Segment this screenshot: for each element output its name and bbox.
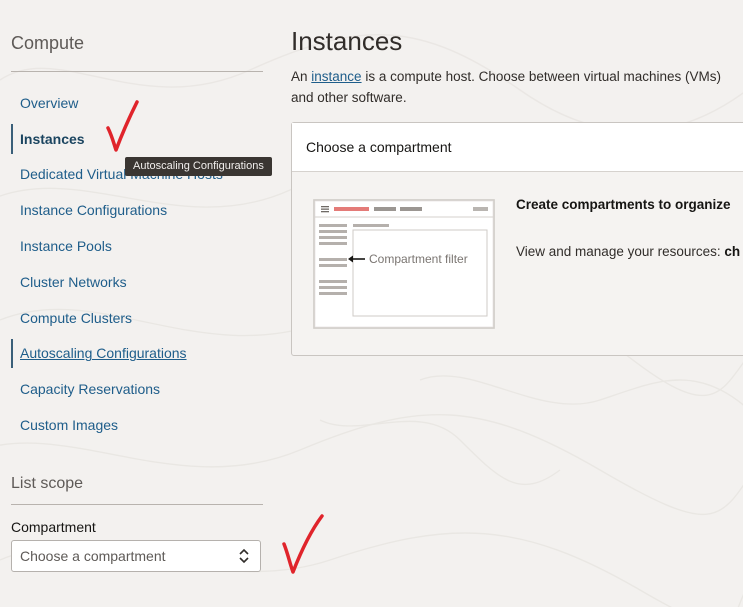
intro-rest: is a compute host. Choose between virtua…: [361, 69, 721, 84]
page-intro: An instance is a compute host. Choose be…: [291, 66, 743, 108]
compartment-illustration: Compartment filter: [313, 199, 495, 329]
sidebar-item-label: Cluster Networks: [20, 273, 127, 290]
sidebar-item-label: Autoscaling Configurations: [20, 345, 187, 362]
sidebar-item-label: Overview: [20, 94, 79, 111]
card-header: Choose a compartment: [292, 123, 743, 172]
intro-line2: and other software.: [291, 90, 407, 105]
list-scope-heading: List scope: [11, 475, 84, 492]
illustration-label: Compartment filter: [369, 252, 468, 266]
sidebar-item-instance-configurations[interactable]: Instance Configurations: [11, 192, 263, 228]
card-body: View and manage your resources: ch: [516, 244, 740, 259]
sidebar-item-instance-pools[interactable]: Instance Pools: [11, 228, 263, 264]
sidebar-item-overview[interactable]: Overview: [11, 85, 263, 121]
card-header-title: Choose a compartment: [306, 139, 452, 155]
card-title: Create compartments to organize: [516, 197, 731, 212]
sidebar-item-label: Custom Images: [20, 417, 119, 434]
page-title: Instances: [291, 26, 403, 56]
sidebar-item-label: Instance Pools: [20, 238, 112, 255]
tooltip: Autoscaling Configurations: [125, 157, 272, 176]
checkmark-annotation-icon: [282, 514, 324, 574]
compartment-card: Choose a compartment Compartment filter: [291, 122, 743, 356]
sidebar-item-custom-images[interactable]: Custom Images: [11, 407, 263, 443]
instance-link[interactable]: instance: [311, 69, 361, 84]
sidebar-item-autoscaling-configurations[interactable]: Autoscaling Configurations: [11, 336, 263, 372]
intro-prefix: An: [291, 69, 312, 84]
sidebar-item-label: Instances: [20, 130, 85, 147]
compartment-label: Compartment: [11, 519, 96, 535]
sidebar-divider: [11, 71, 263, 72]
compartment-select[interactable]: Choose a compartment: [11, 540, 261, 572]
compartment-select-value: Choose a compartment: [20, 548, 166, 564]
card-body-bold: ch: [724, 244, 741, 259]
sidebar-item-cluster-networks[interactable]: Cluster Networks: [11, 264, 263, 300]
sidebar-nav: Overview Instances Dedicated Virtual Mac…: [11, 85, 263, 443]
hamburger-icon: [321, 206, 329, 213]
sidebar-item-label: Capacity Reservations: [20, 381, 161, 398]
sidebar-heading: Compute: [11, 33, 85, 53]
sidebar: Compute Overview Instances Dedicated Vir…: [11, 0, 263, 607]
list-scope-divider: [11, 504, 263, 505]
sidebar-item-label: Compute Clusters: [20, 309, 133, 326]
sidebar-item-label: Instance Configurations: [20, 202, 168, 219]
sidebar-item-capacity-reservations[interactable]: Capacity Reservations: [11, 371, 263, 407]
chevron-up-down-icon: [239, 548, 249, 564]
sidebar-item-instances[interactable]: Instances: [11, 121, 263, 157]
card-body-text: View and manage your resources:: [516, 244, 725, 259]
sidebar-item-compute-clusters[interactable]: Compute Clusters: [11, 300, 263, 336]
